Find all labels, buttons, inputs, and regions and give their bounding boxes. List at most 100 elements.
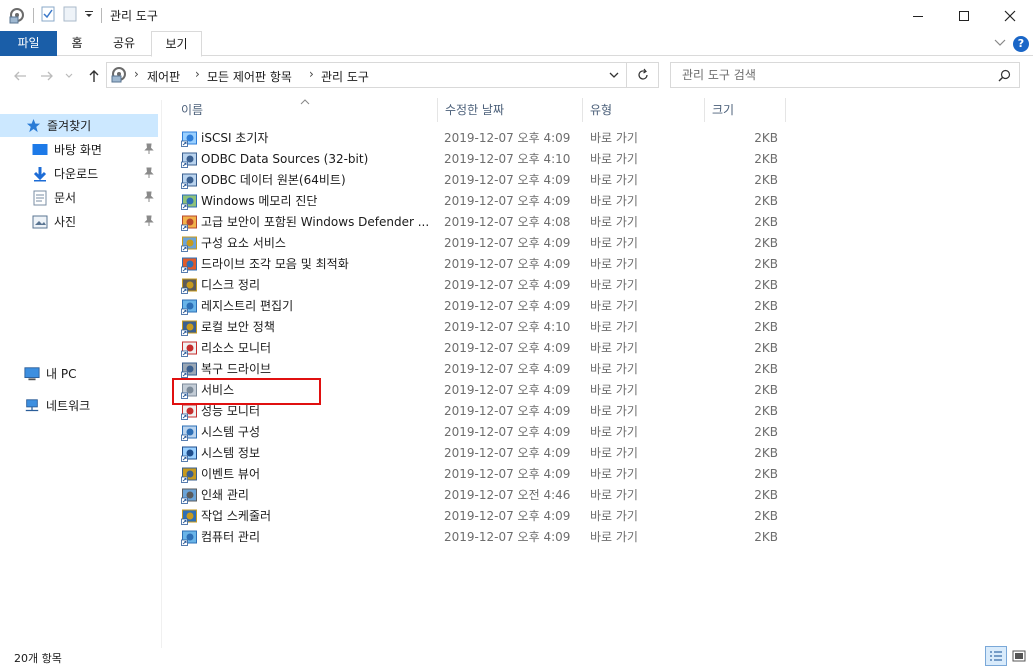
file-type: 바로 가기 (590, 509, 638, 523)
minimize-button[interactable] (895, 0, 941, 31)
close-button[interactable] (987, 0, 1033, 31)
defrag-icon (181, 256, 198, 273)
refresh-button[interactable] (627, 62, 659, 88)
file-row[interactable]: 작업 스케줄러 2019-12-07 오후 4:09 바로 가기 2KB (174, 506, 786, 527)
ribbon: 파일 홈 공유 보기 ? (0, 31, 1033, 57)
control-panel-icon (110, 66, 130, 87)
tab-home[interactable]: 홈 (57, 31, 97, 56)
nav-quick-access[interactable]: 즐겨찾기 (0, 114, 158, 137)
recent-locations-icon[interactable] (62, 66, 76, 86)
expand-ribbon-icon[interactable] (993, 35, 1007, 49)
file-row[interactable]: 시스템 정보 2019-12-07 오후 4:09 바로 가기 2KB (174, 443, 786, 464)
pin-icon[interactable] (144, 143, 154, 158)
column-header-type[interactable]: 유형 (583, 98, 705, 122)
nav-item-downloads[interactable]: 다운로드 (0, 162, 158, 185)
back-button[interactable] (10, 66, 30, 86)
nav-item-pictures[interactable]: 사진 (0, 210, 158, 233)
file-row[interactable]: 드라이브 조각 모음 및 최적화 2019-12-07 오후 4:09 바로 가기 2… (174, 254, 786, 275)
properties-icon[interactable] (40, 6, 56, 22)
resource-monitor-icon (181, 340, 198, 357)
nav-item-desktop[interactable]: 바탕 화면 (0, 138, 158, 161)
pin-icon[interactable] (144, 167, 154, 182)
file-size: 2KB (754, 257, 778, 271)
search-input[interactable] (671, 63, 991, 87)
file-size: 2KB (754, 425, 778, 439)
file-row[interactable]: 복구 드라이브 2019-12-07 오후 4:09 바로 가기 2KB (174, 359, 786, 380)
tab-share[interactable]: 공유 (100, 31, 148, 56)
system-info-icon (181, 445, 198, 462)
pin-icon[interactable] (144, 191, 154, 206)
file-type: 바로 가기 (590, 215, 638, 229)
file-date: 2019-12-07 오후 4:09 (444, 509, 571, 523)
file-row[interactable]: iSCSI 초기자 2019-12-07 오후 4:09 바로 가기 2KB (174, 128, 786, 149)
column-header-name[interactable]: 이름 (174, 98, 438, 122)
file-date: 2019-12-07 오후 4:09 (444, 341, 571, 355)
file-type: 바로 가기 (590, 404, 638, 418)
file-size: 2KB (754, 299, 778, 313)
column-header-date[interactable]: 수정한 날짜 (438, 98, 583, 122)
task-scheduler-icon (181, 508, 198, 525)
print-management-icon (181, 487, 198, 504)
file-row[interactable]: 서비스 2019-12-07 오후 4:09 바로 가기 2KB (174, 380, 786, 401)
up-button[interactable] (84, 66, 104, 86)
file-size: 2KB (754, 362, 778, 376)
breadcrumb-control-panel[interactable]: 제어판 (147, 68, 180, 85)
file-row[interactable]: 레지스트리 편집기 2019-12-07 오후 4:09 바로 가기 2KB (174, 296, 786, 317)
file-name: ODBC 데이터 원본(64비트) (201, 173, 346, 187)
nav-label: 내 PC (46, 367, 77, 381)
customize-quick-access-icon[interactable] (84, 6, 94, 22)
file-size: 2KB (754, 383, 778, 397)
address-bar[interactable]: › 제어판 › 모든 제어판 항목 › 관리 도구 (106, 62, 627, 88)
tab-view[interactable]: 보기 (151, 31, 202, 57)
file-row[interactable]: 성능 모니터 2019-12-07 오후 4:09 바로 가기 2KB (174, 401, 786, 422)
file-row[interactable]: 리소스 모니터 2019-12-07 오후 4:09 바로 가기 2KB (174, 338, 786, 359)
file-size: 2KB (754, 404, 778, 418)
file-row[interactable]: 시스템 구성 2019-12-07 오후 4:09 바로 가기 2KB (174, 422, 786, 443)
network-icon (24, 398, 40, 414)
nav-item-network[interactable]: 네트워크 (0, 394, 158, 417)
nav-item-this-pc[interactable]: 내 PC (0, 362, 158, 385)
file-row[interactable]: 인쇄 관리 2019-12-07 오전 4:46 바로 가기 2KB (174, 485, 786, 506)
services-icon (181, 382, 198, 399)
search-icon[interactable] (998, 69, 1011, 85)
tab-file[interactable]: 파일 (0, 31, 57, 56)
file-date: 2019-12-07 오후 4:09 (444, 278, 571, 292)
documents-icon (32, 190, 48, 206)
file-row[interactable]: 고급 보안이 포함된 Windows Defender ... 2019-12-0… (174, 212, 786, 233)
file-type: 바로 가기 (590, 530, 638, 544)
chevron-down-icon[interactable] (608, 69, 620, 84)
control-panel-icon[interactable] (8, 6, 26, 24)
search-box[interactable] (670, 62, 1020, 88)
file-row[interactable]: ODBC Data Sources (32-bit) 2019-12-07 오후 … (174, 149, 786, 170)
file-name: Windows 메모리 진단 (201, 194, 318, 208)
file-row[interactable]: ODBC 데이터 원본(64비트) 2019-12-07 오후 4:09 바로 가기… (174, 170, 786, 191)
pin-icon[interactable] (144, 215, 154, 230)
nav-label: 문서 (54, 191, 77, 205)
file-name: 성능 모니터 (201, 404, 261, 418)
file-type: 바로 가기 (590, 467, 638, 481)
column-header-size[interactable]: 크기 (705, 98, 786, 122)
file-date: 2019-12-07 오후 4:09 (444, 467, 571, 481)
breadcrumb-all-items[interactable]: 모든 제어판 항목 (207, 68, 292, 85)
file-type: 바로 가기 (590, 362, 638, 376)
breadcrumb-admin-tools[interactable]: 관리 도구 (321, 68, 369, 85)
file-row[interactable]: 컴퓨터 관리 2019-12-07 오후 4:09 바로 가기 2KB (174, 527, 786, 548)
new-folder-icon[interactable] (62, 6, 78, 22)
item-count: 20개 항목 (14, 652, 62, 665)
file-row[interactable]: Windows 메모리 진단 2019-12-07 오후 4:09 바로 가기 2KB (174, 191, 786, 212)
details-view-button[interactable] (985, 646, 1007, 666)
file-date: 2019-12-07 오후 4:09 (444, 530, 571, 544)
maximize-button[interactable] (941, 0, 987, 31)
file-row[interactable]: 디스크 정리 2019-12-07 오후 4:09 바로 가기 2KB (174, 275, 786, 296)
iscsi-icon (181, 130, 198, 147)
file-size: 2KB (754, 509, 778, 523)
computer-management-icon (181, 529, 198, 546)
help-button[interactable]: ? (1013, 36, 1029, 52)
file-row[interactable]: 이벤트 뷰어 2019-12-07 오후 4:09 바로 가기 2KB (174, 464, 786, 485)
nav-item-documents[interactable]: 문서 (0, 186, 158, 209)
file-size: 2KB (754, 215, 778, 229)
file-row[interactable]: 로컬 보안 정책 2019-12-07 오후 4:10 바로 가기 2KB (174, 317, 786, 338)
file-row[interactable]: 구성 요소 서비스 2019-12-07 오후 4:09 바로 가기 2KB (174, 233, 786, 254)
forward-button[interactable] (37, 66, 57, 86)
large-icons-view-button[interactable] (1008, 646, 1030, 666)
